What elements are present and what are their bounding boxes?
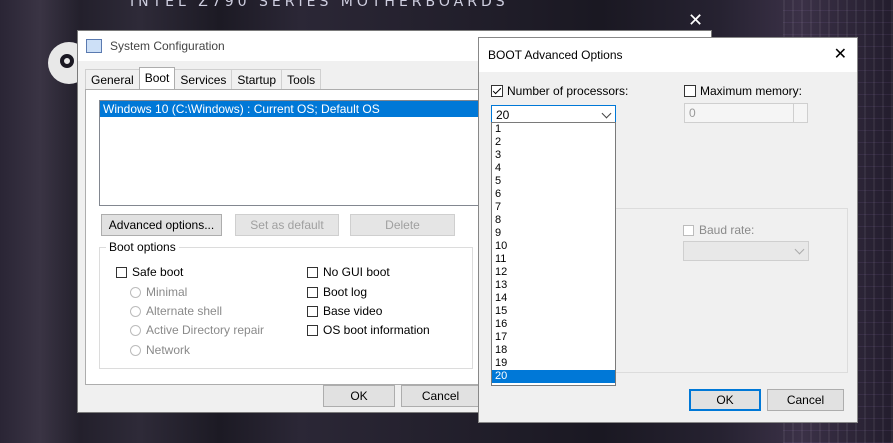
cancel-button[interactable]: Cancel (401, 385, 480, 407)
network-radio[interactable]: Network (130, 343, 190, 357)
minimal-label: Minimal (146, 285, 188, 299)
maximum-memory-box[interactable] (684, 85, 696, 97)
processor-option[interactable]: 12 (492, 266, 615, 279)
wallpaper-banner-text: INTEL Z790 SERIES MOTHERBOARDS (130, 0, 509, 10)
advanced-dialog-title: BOOT Advanced Options (488, 48, 623, 62)
boot-advanced-options-dialog: BOOT Advanced Options ✕ Number of proces… (478, 37, 858, 423)
close-icon[interactable]: ✕ (834, 44, 847, 64)
minimal-radio[interactable]: Minimal (130, 285, 187, 299)
no-gui-boot-label: No GUI boot (323, 265, 390, 279)
base-video-box[interactable] (307, 305, 318, 317)
baud-rate-combo[interactable] (683, 241, 809, 261)
msconfig-icon (86, 39, 102, 53)
boot-log-checkbox[interactable]: Boot log (307, 285, 367, 299)
background-window-close-icon[interactable]: ✕ (688, 10, 703, 31)
window-title: System Configuration (110, 39, 225, 53)
os-boot-info-checkbox[interactable]: OS boot information (307, 323, 430, 337)
processor-option[interactable]: 4 (492, 162, 615, 175)
baud-rate-checkbox[interactable]: Baud rate: (683, 223, 754, 237)
boot-options-label: Boot options (106, 240, 179, 254)
processor-option[interactable]: 11 (492, 253, 615, 266)
advanced-cancel-button[interactable]: Cancel (767, 389, 844, 411)
safe-boot-label: Safe boot (132, 265, 184, 279)
processor-option[interactable]: 9 (492, 227, 615, 240)
base-video-label: Base video (323, 304, 383, 318)
ad-repair-radio-dot[interactable] (130, 324, 141, 336)
network-label: Network (146, 343, 191, 357)
processor-option[interactable]: 16 (492, 318, 615, 331)
processor-count-value: 20 (496, 108, 510, 122)
processor-option[interactable]: 5 (492, 175, 615, 188)
os-boot-info-box[interactable] (307, 324, 318, 336)
processor-option[interactable]: 2 (492, 136, 615, 149)
processor-option[interactable]: 1 (492, 123, 615, 136)
ad-repair-radio[interactable]: Active Directory repair (130, 323, 264, 337)
number-of-processors-label: Number of processors: (507, 84, 629, 98)
alternate-shell-radio-dot[interactable] (130, 305, 141, 317)
advanced-title-bar[interactable]: BOOT Advanced Options ✕ (479, 38, 857, 72)
chevron-down-icon[interactable] (794, 244, 805, 255)
safe-boot-checkbox[interactable]: Safe boot (116, 265, 183, 279)
ad-repair-label: Active Directory repair (146, 323, 265, 337)
processor-option[interactable]: 18 (492, 344, 615, 357)
processor-option[interactable]: 17 (492, 331, 615, 344)
os-boot-info-label: OS boot information (323, 323, 430, 337)
advanced-options-button[interactable]: Advanced options... (101, 214, 222, 236)
no-gui-boot-checkbox[interactable]: No GUI boot (307, 265, 390, 279)
processor-option[interactable]: 6 (492, 188, 615, 201)
ok-button[interactable]: OK (323, 385, 395, 407)
maximum-memory-checkbox[interactable]: Maximum memory: (684, 84, 802, 98)
baud-rate-box[interactable] (683, 224, 694, 236)
alternate-shell-radio[interactable]: Alternate shell (130, 304, 222, 318)
base-video-checkbox[interactable]: Base video (307, 304, 382, 318)
chevron-down-icon[interactable] (601, 108, 612, 119)
tab-boot[interactable]: Boot (138, 67, 176, 90)
boot-log-box[interactable] (307, 286, 318, 298)
number-of-processors-box[interactable] (491, 85, 503, 97)
number-of-processors-checkbox[interactable]: Number of processors: (491, 84, 628, 98)
delete-button[interactable]: Delete (350, 214, 455, 236)
processor-option[interactable]: 8 (492, 214, 615, 227)
processor-option[interactable]: 3 (492, 149, 615, 162)
processor-option[interactable]: 19 (492, 357, 615, 370)
no-gui-boot-box[interactable] (307, 266, 318, 278)
processor-option[interactable]: 7 (492, 201, 615, 214)
maximum-memory-spinner[interactable]: 0 (684, 103, 808, 123)
boot-options-group: Boot options Safe boot Minimal Alternate… (99, 240, 473, 369)
processor-option[interactable]: 10 (492, 240, 615, 253)
processor-option[interactable]: 14 (492, 292, 615, 305)
maximum-memory-value: 0 (689, 106, 696, 120)
boot-log-label: Boot log (323, 285, 368, 299)
processor-dropdown-list[interactable]: 1 2 3 4 5 6 7 8 9 10 11 12 13 14 15 16 17 18 19 20 (491, 122, 616, 386)
baud-rate-label: Baud rate: (699, 223, 755, 237)
network-radio-dot[interactable] (130, 344, 141, 356)
alternate-shell-label: Alternate shell (146, 304, 223, 318)
minimal-radio-dot[interactable] (130, 286, 141, 298)
processor-option[interactable]: 13 (492, 279, 615, 292)
spinner-arrows-icon[interactable] (793, 104, 807, 122)
set-default-button[interactable]: Set as default (235, 214, 339, 236)
safe-boot-box[interactable] (116, 266, 127, 278)
processor-option[interactable]: 15 (492, 305, 615, 318)
processor-option[interactable]: 20 (492, 370, 615, 383)
maximum-memory-label: Maximum memory: (700, 84, 803, 98)
advanced-ok-button[interactable]: OK (689, 389, 761, 411)
debug-settings-group: Baud rate: (614, 208, 848, 373)
